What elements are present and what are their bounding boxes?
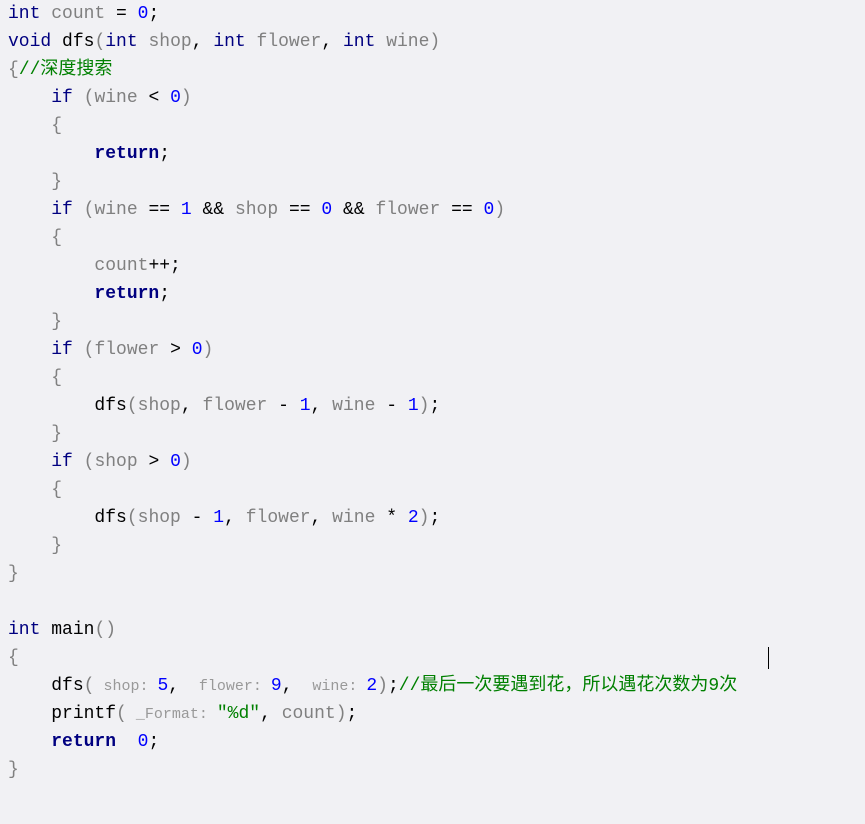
- comment: //深度搜索: [19, 60, 113, 80]
- code-line[interactable]: if (shop > 0): [8, 448, 865, 476]
- keyword: if: [51, 88, 73, 108]
- code-line[interactable]: dfs(shop, flower - 1, wine - 1);: [8, 392, 865, 420]
- number-literal: 0: [138, 4, 149, 24]
- code-line[interactable]: {: [8, 112, 865, 140]
- code-line[interactable]: return 0;: [8, 728, 865, 756]
- keyword-return: return: [94, 144, 159, 164]
- string-literal: "%d": [217, 704, 260, 724]
- code-line[interactable]: }: [8, 420, 865, 448]
- code-line[interactable]: return;: [8, 280, 865, 308]
- code-line[interactable]: int count = 0;: [8, 0, 865, 28]
- code-line[interactable]: }: [8, 308, 865, 336]
- code-line[interactable]: printf( _Format: "%d", count);: [8, 700, 865, 728]
- code-line[interactable]: dfs(shop - 1, flower, wine * 2);: [8, 504, 865, 532]
- code-line[interactable]: void dfs(int shop, int flower, int wine): [8, 28, 865, 56]
- code-editor[interactable]: int count = 0; void dfs(int shop, int fl…: [0, 0, 865, 784]
- code-line[interactable]: }: [8, 168, 865, 196]
- type-keyword: void: [8, 32, 51, 52]
- type-keyword: int: [8, 4, 40, 24]
- code-line[interactable]: }: [8, 560, 865, 588]
- code-line[interactable]: }: [8, 532, 865, 560]
- code-line[interactable]: {: [8, 224, 865, 252]
- code-line[interactable]: }: [8, 756, 865, 784]
- code-line[interactable]: return;: [8, 140, 865, 168]
- code-line[interactable]: if (flower > 0): [8, 336, 865, 364]
- comment: //最后一次要遇到花，所以遇花次数为9次: [399, 676, 737, 696]
- code-line[interactable]: {//深度搜索: [8, 56, 865, 84]
- parameter-hint: flower:: [190, 678, 271, 695]
- code-line[interactable]: if (wine < 0): [8, 84, 865, 112]
- parameter-hint: shop:: [94, 678, 157, 695]
- code-line[interactable]: int main(): [8, 616, 865, 644]
- function-name: dfs: [62, 32, 94, 52]
- code-line[interactable]: {: [8, 476, 865, 504]
- code-line[interactable]: dfs( shop: 5, flower: 9, wine: 2);//最后一次…: [8, 672, 865, 700]
- code-line[interactable]: [8, 588, 865, 616]
- parameter-hint: _Format:: [127, 706, 217, 723]
- parameter-hint: wine:: [303, 678, 366, 695]
- text-cursor: [768, 647, 769, 669]
- code-line[interactable]: count++;: [8, 252, 865, 280]
- code-line[interactable]: {: [8, 364, 865, 392]
- code-line[interactable]: {: [8, 644, 865, 672]
- code-line[interactable]: if (wine == 1 && shop == 0 && flower == …: [8, 196, 865, 224]
- identifier: count: [51, 4, 105, 24]
